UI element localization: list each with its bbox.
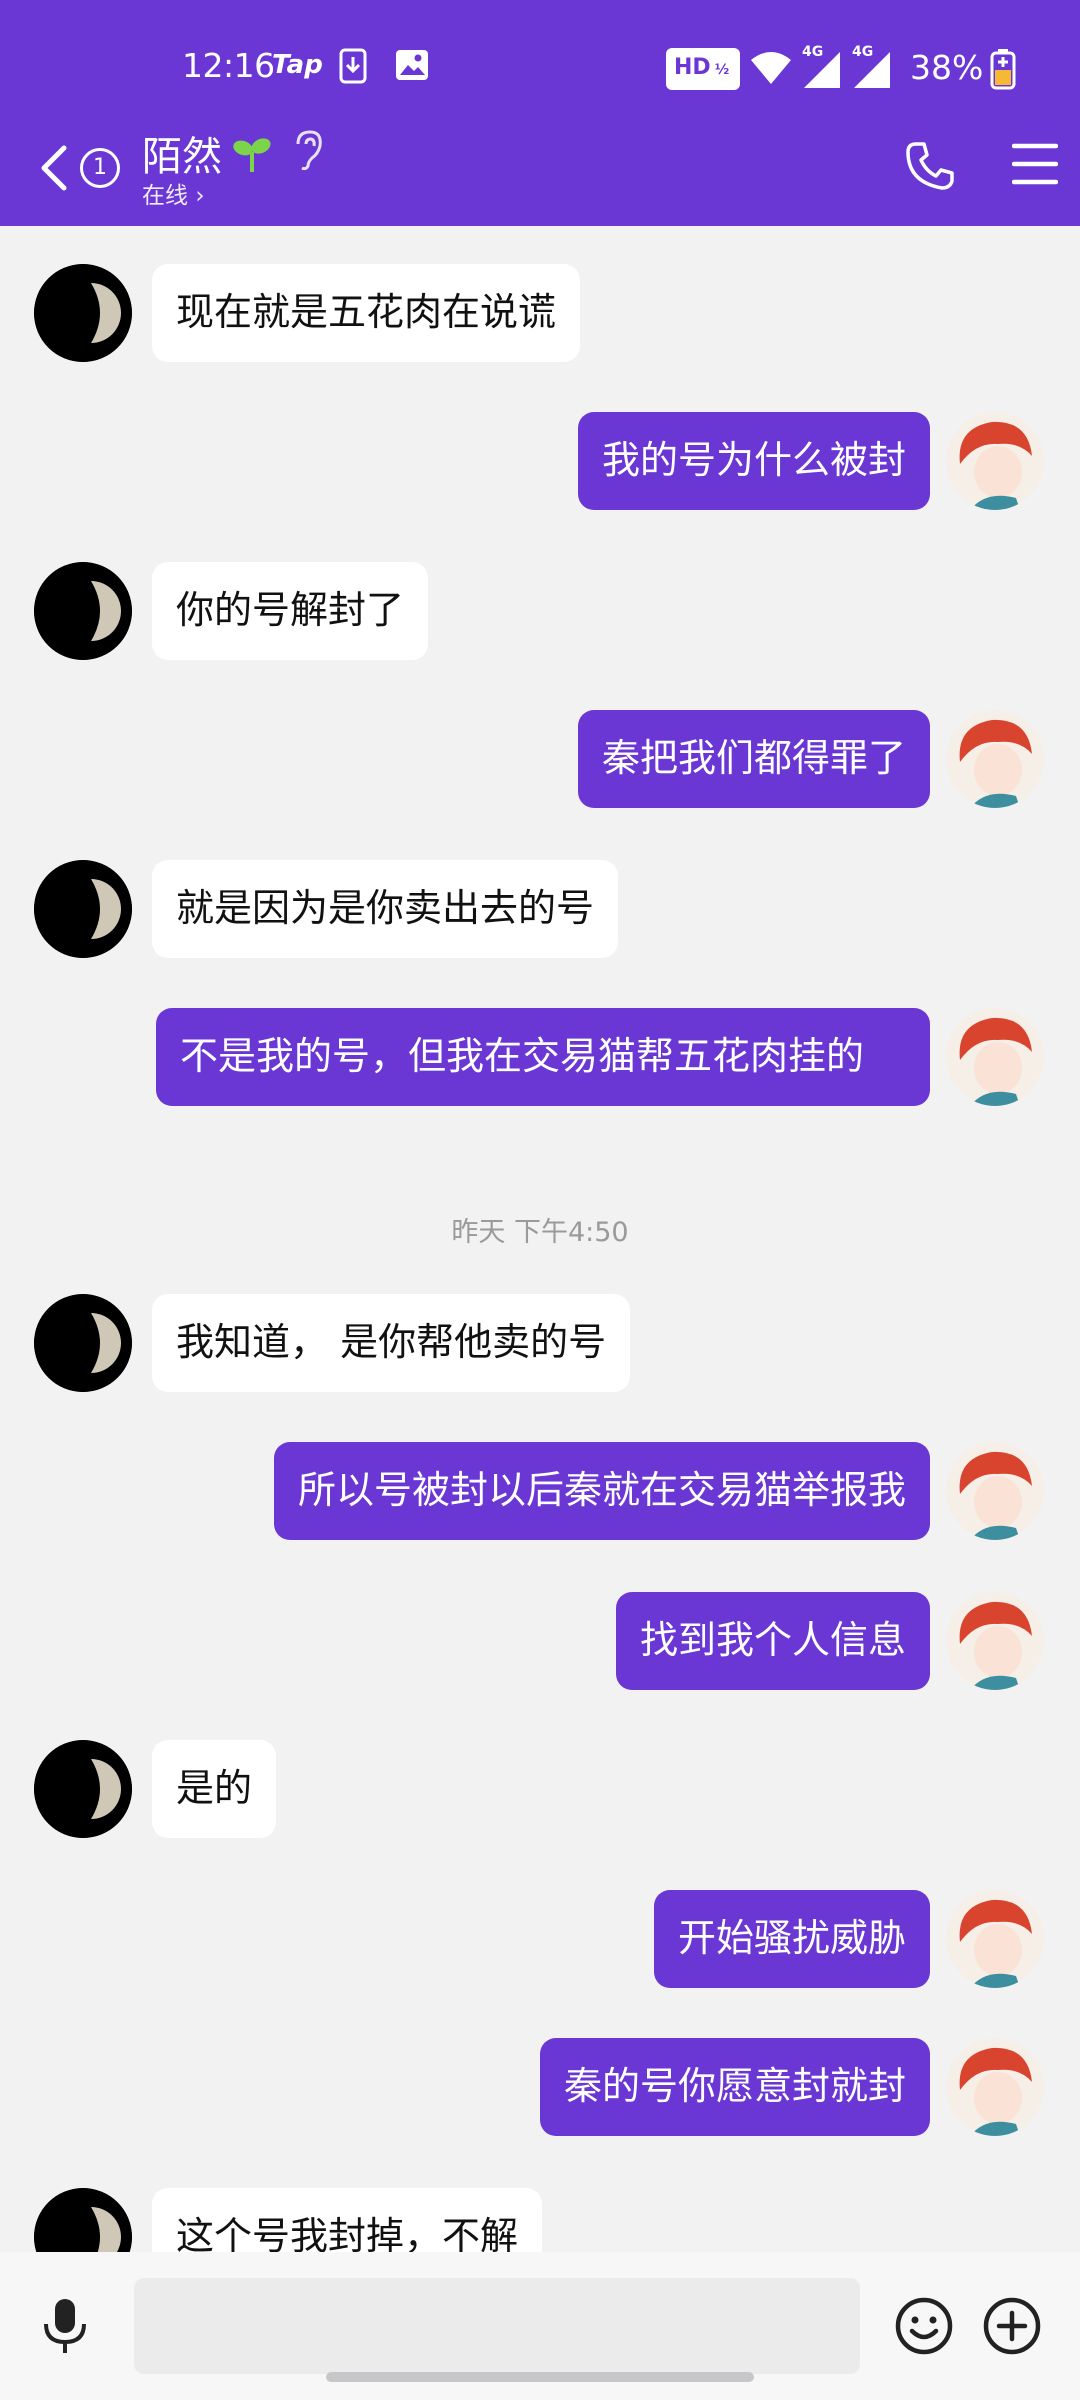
hd-voice-badge: HD ½ — [666, 48, 740, 90]
user-avatar[interactable] — [946, 710, 1044, 808]
user-avatar[interactable] — [946, 412, 1044, 510]
contact-avatar[interactable] — [34, 1294, 132, 1392]
home-indicator[interactable] — [326, 2372, 754, 2382]
download-notification-icon — [338, 48, 368, 88]
message-input[interactable] — [134, 2278, 860, 2374]
message-bubble[interactable]: 不是我的号，但我在交易猫帮五花肉挂的 — [156, 1008, 930, 1106]
microphone-icon[interactable] — [40, 2296, 90, 2360]
message-bubble[interactable]: 我知道， 是你帮他卖的号 — [152, 1294, 631, 1392]
contact-avatar[interactable] — [34, 860, 132, 958]
user-avatar[interactable] — [946, 1890, 1044, 1988]
sprout-icon — [232, 134, 272, 178]
top-bar: 12:16 Tap HD ½ 4G 4G 38% 1 陌然 在线 › — [0, 0, 1080, 226]
message-bubble[interactable]: 这个号我封掉，不解 — [152, 2188, 543, 2252]
presence-status[interactable]: 在线 › — [142, 176, 205, 210]
back-button[interactable] — [36, 140, 70, 200]
chat-header: 1 陌然 在线 › — [0, 120, 1080, 226]
tap-app-icon: Tap — [272, 50, 323, 80]
user-avatar[interactable] — [946, 1592, 1044, 1690]
message-bubble[interactable]: 你的号解封了 — [152, 562, 429, 660]
status-bar: 12:16 Tap HD ½ 4G 4G 38% — [0, 0, 1080, 136]
contact-avatar[interactable] — [34, 2188, 132, 2252]
message-bubble[interactable]: 我的号为什么被封 — [577, 412, 930, 510]
ear-icon — [290, 128, 326, 176]
message-bubble[interactable]: 秦的号你愿意封就封 — [539, 2038, 930, 2136]
battery-charging-icon — [990, 48, 1016, 94]
user-avatar[interactable] — [946, 1008, 1044, 1106]
user-avatar[interactable] — [946, 2038, 1044, 2136]
message-bubble[interactable]: 就是因为是你卖出去的号 — [152, 860, 619, 958]
smiley-icon[interactable] — [894, 2296, 954, 2360]
contact-avatar[interactable] — [34, 264, 132, 362]
message-bubble[interactable]: 是的 — [152, 1740, 277, 1838]
message-bubble[interactable]: 开始骚扰威胁 — [653, 1890, 930, 1988]
contact-avatar[interactable] — [34, 562, 132, 660]
battery-level: 38% — [910, 48, 984, 87]
message-bubble[interactable]: 所以号被封以后秦就在交易猫举报我 — [273, 1442, 930, 1540]
contact-avatar[interactable] — [34, 1740, 132, 1838]
plus-circle-icon[interactable] — [982, 2296, 1042, 2360]
message-bubble[interactable]: 找到我个人信息 — [615, 1592, 930, 1690]
hamburger-menu-icon[interactable] — [1011, 142, 1059, 190]
user-avatar[interactable] — [946, 1442, 1044, 1540]
wifi-icon — [750, 50, 792, 90]
signal-4g-icon-2: 4G — [850, 44, 894, 94]
message-list[interactable]: 现在就是五花肉在说谎 我的号为什么被封 你的号解封了 秦把我们都得罪了 就是因为… — [0, 226, 1080, 2252]
gallery-notification-icon — [394, 48, 430, 86]
message-bubble[interactable]: 秦把我们都得罪了 — [577, 710, 930, 808]
phone-icon[interactable] — [904, 140, 954, 196]
unread-count-badge[interactable]: 1 — [80, 148, 120, 188]
status-time: 12:16 — [182, 46, 275, 85]
timestamp-divider: 昨天 下午4:50 — [451, 1217, 629, 1248]
signal-4g-icon: 4G — [800, 44, 844, 94]
contact-name[interactable]: 陌然 — [142, 124, 222, 182]
message-bubble[interactable]: 现在就是五花肉在说谎 — [152, 264, 581, 362]
